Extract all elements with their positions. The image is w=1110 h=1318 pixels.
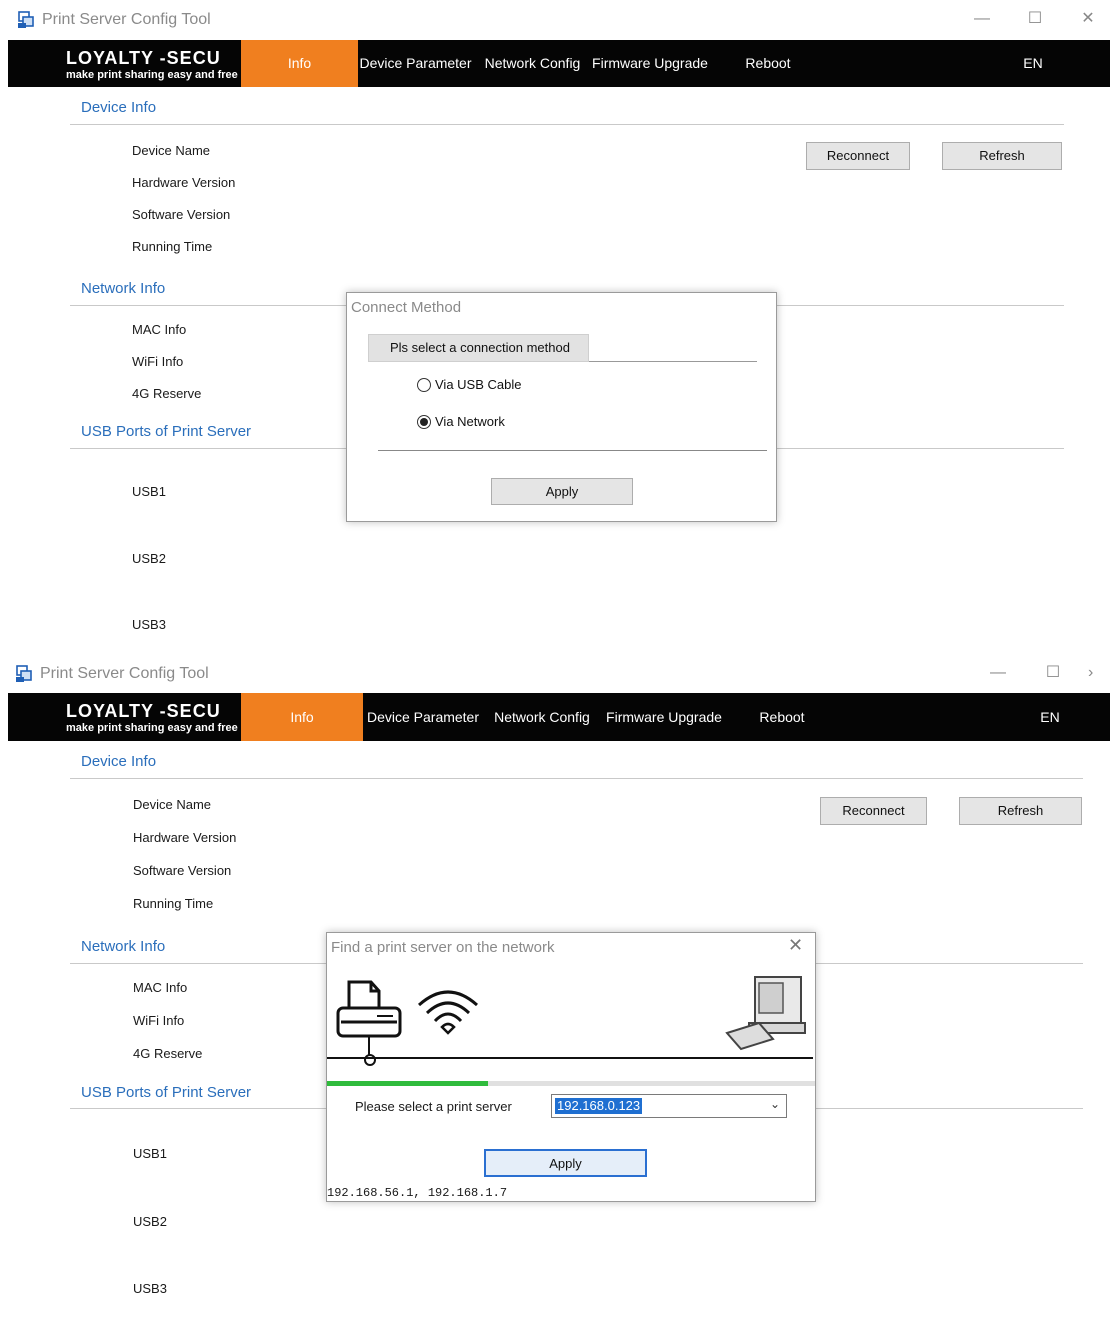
apply-button[interactable]: Apply bbox=[491, 478, 633, 505]
language-selector[interactable]: EN bbox=[1030, 693, 1070, 741]
radio-network-label: Via Network bbox=[435, 414, 505, 429]
label-mac-info: MAC Info bbox=[133, 980, 188, 995]
label-wifi-info: WiFi Info bbox=[133, 1013, 185, 1028]
dialog-title: Find a print server on the network bbox=[331, 939, 555, 956]
tab-info[interactable]: Info bbox=[241, 40, 358, 87]
reconnect-button[interactable]: Reconnect bbox=[820, 797, 927, 825]
reconnect-button[interactable]: Reconnect bbox=[806, 142, 910, 170]
brand-name: LOYALTY -SECU bbox=[66, 701, 221, 721]
radio-network-icon[interactable] bbox=[417, 415, 431, 429]
window-connect-method: Print Server Config Tool — ☐ ✕ LOYALTY -… bbox=[0, 0, 1110, 650]
printer-icon bbox=[336, 980, 402, 1066]
label-running-time: Running Time bbox=[133, 896, 214, 911]
label-software-version: Software Version bbox=[133, 863, 232, 878]
app-icon bbox=[16, 665, 32, 682]
label-hardware-version: Hardware Version bbox=[132, 175, 236, 190]
section-usb-ports: USB Ports of Print Server bbox=[81, 423, 252, 440]
label-usb1: USB1 bbox=[133, 1146, 167, 1161]
label-usb2: USB2 bbox=[132, 551, 166, 566]
refresh-button[interactable]: Refresh bbox=[959, 797, 1082, 825]
label-running-time: Running Time bbox=[132, 239, 213, 254]
app-icon bbox=[18, 11, 34, 28]
top-nav: LOYALTY -SECU make print sharing easy an… bbox=[8, 693, 1110, 741]
connect-method-dialog: Connect Method Pls select a connection m… bbox=[346, 292, 777, 522]
radio-network[interactable]: Via Network bbox=[417, 414, 505, 429]
wifi-icon bbox=[417, 990, 479, 1035]
section-device-info: Device Info bbox=[81, 753, 157, 770]
tab-reboot[interactable]: Reboot bbox=[738, 40, 798, 87]
title-bar: Print Server Config Tool — ☐ ✕ bbox=[0, 0, 1110, 38]
print-server-select[interactable]: 192.168.0.123 ⌄ bbox=[551, 1094, 787, 1118]
computer-icon bbox=[725, 976, 806, 1051]
label-mac-info: MAC Info bbox=[132, 322, 187, 337]
tab-firmware-upgrade[interactable]: Firmware Upgrade bbox=[602, 693, 726, 741]
brand-name: LOYALTY -SECU bbox=[66, 48, 221, 68]
brand-tagline: make print sharing easy and free bbox=[66, 722, 238, 734]
close-icon[interactable]: ✕ bbox=[1068, 6, 1108, 32]
label-usb1: USB1 bbox=[132, 484, 166, 499]
selected-server-value: 192.168.0.123 bbox=[555, 1098, 643, 1114]
search-progress-bar bbox=[327, 1081, 815, 1086]
label-usb3: USB3 bbox=[132, 617, 166, 632]
local-ip-addresses: 192.168.56.1, 192.168.1.7 bbox=[327, 1186, 508, 1200]
label-device-name: Device Name bbox=[133, 797, 212, 812]
brand-tagline: make print sharing easy and free bbox=[66, 69, 238, 81]
label-hardware-version: Hardware Version bbox=[133, 830, 237, 845]
radio-usb-cable-label: Via USB Cable bbox=[435, 377, 522, 392]
divider bbox=[589, 361, 757, 362]
section-usb-ports: USB Ports of Print Server bbox=[81, 1084, 252, 1101]
maximize-icon[interactable]: ☐ bbox=[1015, 6, 1055, 32]
divider bbox=[70, 124, 1064, 125]
close-icon[interactable]: › bbox=[1088, 660, 1110, 686]
minimize-icon[interactable]: — bbox=[962, 6, 1002, 32]
language-selector[interactable]: EN bbox=[1013, 40, 1053, 87]
maximize-icon[interactable]: ☐ bbox=[1033, 660, 1073, 686]
section-device-info: Device Info bbox=[81, 99, 157, 116]
dialog-title: Connect Method bbox=[351, 299, 462, 316]
radio-usb-cable[interactable]: Via USB Cable bbox=[417, 377, 521, 392]
tab-info[interactable]: Info bbox=[241, 693, 363, 741]
refresh-button[interactable]: Refresh bbox=[942, 142, 1062, 170]
tab-network-config[interactable]: Network Config bbox=[490, 693, 594, 741]
tab-reboot[interactable]: Reboot bbox=[752, 693, 812, 741]
radio-usb-cable-icon[interactable] bbox=[417, 378, 431, 392]
dialog-close-icon[interactable]: ✕ bbox=[788, 935, 803, 956]
dialog-tab-header[interactable]: Pls select a connection method bbox=[368, 334, 589, 362]
title-bar: Print Server Config Tool — ☐ › bbox=[0, 655, 1110, 693]
minimize-icon[interactable]: — bbox=[978, 660, 1018, 686]
label-usb3: USB3 bbox=[133, 1281, 167, 1296]
label-device-name: Device Name bbox=[132, 143, 211, 158]
apply-button[interactable]: Apply bbox=[484, 1149, 647, 1177]
divider bbox=[70, 778, 1083, 779]
find-print-server-dialog: Find a print server on the network ✕ Ple… bbox=[326, 932, 816, 1202]
tab-network-config[interactable]: Network Config bbox=[480, 40, 585, 87]
top-nav: LOYALTY -SECU make print sharing easy an… bbox=[8, 40, 1110, 87]
window-find-print-server: Print Server Config Tool — ☐ › LOYALTY -… bbox=[0, 655, 1110, 1318]
search-progress-fill bbox=[327, 1081, 489, 1086]
window-title: Print Server Config Tool bbox=[42, 11, 211, 28]
label-software-version: Software Version bbox=[132, 207, 231, 222]
brand-logo: LOYALTY -SECU make print sharing easy an… bbox=[66, 701, 238, 735]
tab-device-parameter[interactable]: Device Parameter bbox=[364, 693, 482, 741]
tab-firmware-upgrade[interactable]: Firmware Upgrade bbox=[590, 40, 710, 87]
tab-device-parameter[interactable]: Device Parameter bbox=[358, 40, 473, 87]
label-wifi-info: WiFi Info bbox=[132, 354, 184, 369]
label-usb2: USB2 bbox=[133, 1214, 167, 1229]
network-line bbox=[327, 1057, 813, 1059]
label-4g-reserve: 4G Reserve bbox=[133, 1046, 203, 1061]
section-network-info: Network Info bbox=[81, 280, 166, 297]
brand-logo: LOYALTY -SECU make print sharing easy an… bbox=[66, 48, 238, 82]
section-network-info: Network Info bbox=[81, 938, 166, 955]
divider bbox=[378, 450, 767, 451]
chevron-down-icon[interactable]: ⌄ bbox=[770, 1097, 780, 1111]
select-server-label: Please select a print server bbox=[355, 1099, 512, 1114]
window-title: Print Server Config Tool bbox=[40, 665, 209, 682]
label-4g-reserve: 4G Reserve bbox=[132, 386, 202, 401]
